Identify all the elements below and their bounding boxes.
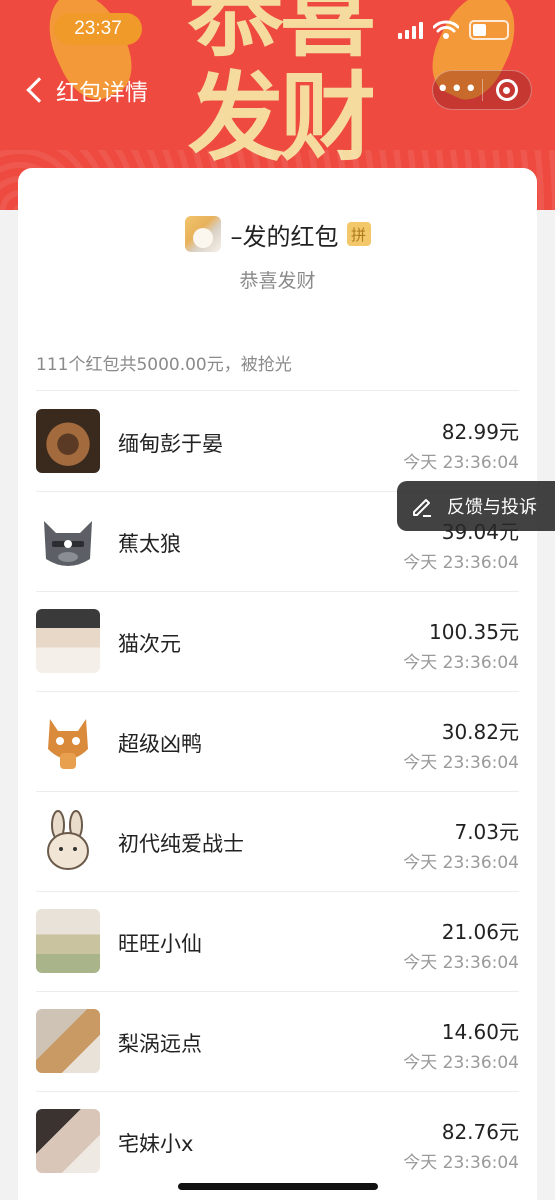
- more-button[interactable]: •••: [433, 79, 482, 101]
- avatar: [36, 1109, 100, 1173]
- list-item[interactable]: 旺旺小仙 21.06元 今天 23:36:04: [18, 892, 537, 992]
- avatar: [36, 709, 100, 773]
- timestamp: 今天 23:36:04: [403, 553, 519, 573]
- back-button[interactable]: 红包详情: [26, 74, 148, 106]
- sender-row: –发的红包 拼: [18, 214, 537, 254]
- sender-avatar[interactable]: [184, 216, 221, 252]
- list-item[interactable]: 梨涡远点 14.60元 今天 23:36:04: [18, 992, 537, 1092]
- timestamp: 今天 23:36:04: [403, 1153, 519, 1173]
- list-item[interactable]: 超级凶鸭 30.82元 今天 23:36:04: [18, 692, 537, 792]
- pin-badge: 拼: [346, 222, 371, 246]
- amount: 82.99元: [441, 420, 519, 444]
- pencil-icon: [413, 499, 431, 517]
- feedback-button[interactable]: 反馈与投诉: [397, 481, 555, 531]
- chevron-left-icon: [26, 77, 52, 103]
- signal-icon: [398, 21, 423, 39]
- amount: 7.03元: [454, 820, 519, 844]
- feedback-label: 反馈与投诉: [447, 497, 537, 518]
- list-item[interactable]: 缅甸彭于晏 82.99元 今天 23:36:04: [18, 392, 537, 492]
- receiver-name: 初代纯爱战士: [118, 832, 244, 856]
- amount: 21.06元: [441, 920, 519, 944]
- divider: [36, 390, 519, 391]
- amount: 82.76元: [441, 1120, 519, 1144]
- avatar: [36, 509, 100, 573]
- header-banner-text: 恭喜发财: [188, 0, 376, 174]
- receiver-name: 猫次元: [118, 632, 181, 656]
- receiver-name: 旺旺小仙: [118, 932, 202, 956]
- avatar: [36, 609, 100, 673]
- summary-text: 111个红包共5000.00元，被抢光: [36, 355, 292, 375]
- timestamp: 今天 23:36:04: [403, 1053, 519, 1073]
- receiver-name: 缅甸彭于晏: [118, 432, 223, 456]
- receiver-list: 111个红包共5000.00元，被抢光 缅甸彭于晏 82.99元 今天 23:3…: [18, 338, 537, 1200]
- home-indicator[interactable]: [178, 1183, 378, 1190]
- receiver-name: 超级凶鸭: [118, 732, 202, 756]
- receiver-name: 梨涡远点: [118, 1032, 202, 1056]
- sender-card: –发的红包 拼 恭喜发财: [18, 168, 537, 338]
- avatar: [36, 1009, 100, 1073]
- greeting-text: 恭喜发财: [239, 270, 316, 292]
- receiver-name: 宅妹小x: [118, 1132, 194, 1156]
- timestamp: 今天 23:36:04: [403, 453, 519, 473]
- rabbit-avatar-icon: [47, 810, 89, 870]
- amount: 14.60元: [441, 1020, 519, 1044]
- battery-icon: [469, 20, 509, 40]
- timestamp: 今天 23:36:04: [403, 753, 519, 773]
- status-time: 23:37: [54, 13, 142, 45]
- avatar: [36, 809, 100, 873]
- amount: 30.82元: [441, 720, 519, 744]
- list-item[interactable]: 猫次元 100.35元 今天 23:36:04: [18, 592, 537, 692]
- page-title: 红包详情: [56, 80, 148, 106]
- receiver-name: 蕉太狼: [118, 532, 181, 556]
- close-button[interactable]: [482, 79, 531, 101]
- amount: 100.35元: [429, 620, 519, 644]
- avatar: [36, 909, 100, 973]
- sender-name: –发的红包: [230, 222, 339, 251]
- timestamp: 今天 23:36:04: [403, 853, 519, 873]
- list-item[interactable]: 初代纯爱战士 7.03元 今天 23:36:04: [18, 792, 537, 892]
- timestamp: 今天 23:36:04: [403, 953, 519, 973]
- wifi-icon: [433, 20, 459, 39]
- wolf-avatar-icon: [44, 521, 92, 566]
- close-circle-icon: [495, 79, 518, 101]
- cat-avatar-icon: [48, 719, 88, 769]
- timestamp: 今天 23:36:04: [403, 653, 519, 673]
- miniprogram-capsule: •••: [432, 70, 532, 110]
- list-item[interactable]: 宅妹小x 82.76元 今天 23:36:04: [18, 1092, 537, 1192]
- status-icons: [398, 18, 518, 42]
- avatar: [36, 409, 100, 473]
